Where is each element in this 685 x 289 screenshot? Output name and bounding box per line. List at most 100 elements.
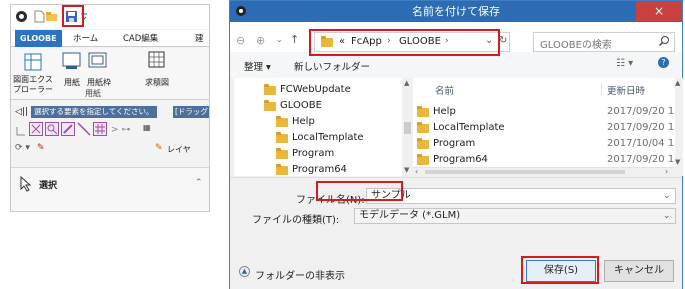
filetype-value: モデルデータ (*.GLM) <box>359 210 461 221</box>
file-row[interactable]: Help 2017/09/20 13 <box>413 104 675 120</box>
selection-panel: 選択 ⌃ <box>11 167 209 211</box>
folder-icon <box>417 138 429 149</box>
tree-item-label: GLOOBE <box>280 100 322 111</box>
drawing-explorer-button[interactable]: 図面エクス プローラー <box>11 75 55 95</box>
tab-cad-edit[interactable]: CAD編集 <box>123 32 158 46</box>
hint-bar: 選択する要素を指定してください。 <box>31 106 157 118</box>
file-row[interactable]: Program64 2017/09/20 13 <box>413 152 675 168</box>
back-icon[interactable]: ⊖ <box>236 34 245 47</box>
filename-dropdown-icon[interactable]: ⌄ <box>663 189 671 203</box>
hide-folders-link[interactable]: フォルダーの非表示 <box>255 267 345 282</box>
file-date: 2017/09/20 13 <box>607 154 675 165</box>
scroll-right-icon[interactable]: › <box>665 167 668 176</box>
file-row[interactable]: Program 2017/10/04 15 <box>413 136 675 152</box>
app-logo-icon[interactable] <box>15 10 28 23</box>
close-button[interactable]: × <box>636 1 682 21</box>
area-drawing-icon[interactable] <box>147 50 167 73</box>
up-arrow-icon[interactable]: ↑ <box>290 33 299 46</box>
gloobe-window: GLOOBE ホーム CAD編集 建 図面エクス プローラー 用紙 用紙枠 求積… <box>10 4 210 212</box>
scroll-left-icon[interactable]: ‹ <box>415 167 418 176</box>
tree-item[interactable]: Program64 <box>234 162 402 176</box>
tree-item-label: FCWebUpdate <box>280 84 351 95</box>
tree-item[interactable]: Help <box>234 114 402 130</box>
filetype-select[interactable]: モデルデータ (*.GLM) ⌄ <box>354 208 676 224</box>
highlight-address-bar <box>309 29 500 56</box>
search-box[interactable]: GLOOBEの検索 <box>533 32 675 52</box>
scroll-down-icon[interactable]: ▼ <box>675 158 680 166</box>
open-folder-icon[interactable] <box>45 10 58 23</box>
filetype-dropdown-icon[interactable]: ⌄ <box>663 209 671 223</box>
paper-frame-button[interactable]: 用紙枠 <box>85 78 113 88</box>
file-name: Help <box>433 106 456 117</box>
column-modified[interactable]: 更新日時 <box>607 83 645 97</box>
file-list: 名前 ˆ 更新日時 Help 2017/09/20 13 LocalTemplate… <box>413 78 675 176</box>
drawing-explorer-icon[interactable] <box>23 52 43 75</box>
ribbon-group-label: 用紙 <box>85 89 101 98</box>
quick-access-toolbar <box>11 5 209 29</box>
rotate-icon[interactable]: ⟳ ▾ <box>15 143 30 153</box>
tab-home[interactable]: ホーム <box>73 32 98 46</box>
column-name[interactable]: 名前 <box>435 83 454 97</box>
tree-item[interactable]: LocalTemplate <box>234 130 402 146</box>
paper-icon[interactable] <box>61 50 83 75</box>
tool-strip: ◁|| 選択する要素を指定してください。 [ドラッグ > ⊶ ▦ ⟳ ▾ ✎ ✎… <box>11 101 209 167</box>
cancel-button[interactable]: キャンセル <box>604 260 674 282</box>
tree-item[interactable]: FCWebUpdate <box>234 82 402 98</box>
file-row[interactable]: LocalTemplate 2017/09/20 15 <box>413 120 675 136</box>
tree-scrollbar[interactable]: ▲ ▼ <box>402 78 413 176</box>
area-drawing-button[interactable]: 求積図 <box>135 78 179 88</box>
horizontal-scrollbar[interactable]: ‹ › <box>413 167 675 176</box>
scroll-thumb[interactable] <box>425 170 625 174</box>
pencil-icon[interactable]: ✎ <box>37 143 45 153</box>
scroll-up-icon[interactable]: ▲ <box>675 79 680 87</box>
tiles-tool-icon[interactable]: ▦ <box>143 123 151 132</box>
folder-icon <box>264 84 276 95</box>
folder-tree: FCWebUpdate GLOOBE Help LocalTemplate Progra… <box>234 78 402 176</box>
search-placeholder: GLOOBEの検索 <box>540 40 612 51</box>
recent-dropdown-icon[interactable]: ⌄ <box>276 35 283 44</box>
tree-item[interactable]: Program <box>234 146 402 162</box>
organize-button[interactable]: 整理 ▾ <box>244 59 271 73</box>
cross-select-icon[interactable] <box>29 122 43 136</box>
file-date: 2017/09/20 13 <box>607 106 675 117</box>
view-options-icon[interactable]: ☷ ▾ <box>616 58 633 69</box>
search-icon[interactable] <box>658 35 670 50</box>
scroll-thumb[interactable] <box>404 122 411 134</box>
layer-icon[interactable]: ✎ <box>155 143 163 153</box>
new-folder-button[interactable]: 新しいフォルダー <box>294 59 370 73</box>
help-icon[interactable]: ? <box>658 57 669 68</box>
layer-button[interactable]: レイヤ <box>167 144 191 155</box>
folder-icon <box>417 122 429 133</box>
filename-input[interactable]: サンプル ⌄ <box>366 188 676 204</box>
select-tool-icon[interactable] <box>15 125 27 140</box>
collapse-up-icon[interactable]: ▲ <box>239 266 250 277</box>
file-date: 2017/09/20 15 <box>607 122 675 133</box>
paper-button[interactable]: 用紙 <box>61 78 83 88</box>
scroll-up-icon[interactable]: ▲ <box>404 79 409 87</box>
arrow-tool-icon[interactable]: > ⊶ <box>111 125 130 135</box>
tree-item[interactable]: GLOOBE <box>234 98 402 114</box>
cursor-arrow-icon <box>19 175 33 195</box>
column-divider[interactable] <box>601 83 602 95</box>
tab-gloobe[interactable]: GLOOBE <box>15 30 62 47</box>
refresh-icon[interactable]: ↻ <box>499 35 507 46</box>
folder-icon <box>264 100 276 111</box>
collapse-chevron-icon[interactable]: ⌃ <box>195 178 203 188</box>
folder-icon <box>276 116 288 127</box>
sort-caret-icon: ˆ <box>523 78 527 85</box>
dialog-titlebar: 名前を付けて保存 × <box>230 1 682 22</box>
pen-select-icon[interactable] <box>61 122 75 136</box>
tree-item-label: Help <box>292 116 315 127</box>
zoom-select-icon[interactable] <box>45 122 59 136</box>
line-tool-icon[interactable] <box>77 122 91 139</box>
grid-tool-icon[interactable] <box>93 122 107 136</box>
scroll-down-icon[interactable]: ▼ <box>404 166 409 174</box>
forward-icon[interactable]: ⊕ <box>256 34 265 47</box>
pin-icon[interactable]: ◁|| <box>15 107 28 117</box>
file-list-scrollbar[interactable]: ▲ ▼ <box>675 78 683 176</box>
paper-frame-icon[interactable] <box>87 50 109 75</box>
file-name: Program <box>433 138 476 149</box>
panel-title: 選択 <box>39 181 58 191</box>
file-date: 2017/10/04 15 <box>607 138 675 149</box>
tab-build[interactable]: 建 <box>195 32 204 46</box>
